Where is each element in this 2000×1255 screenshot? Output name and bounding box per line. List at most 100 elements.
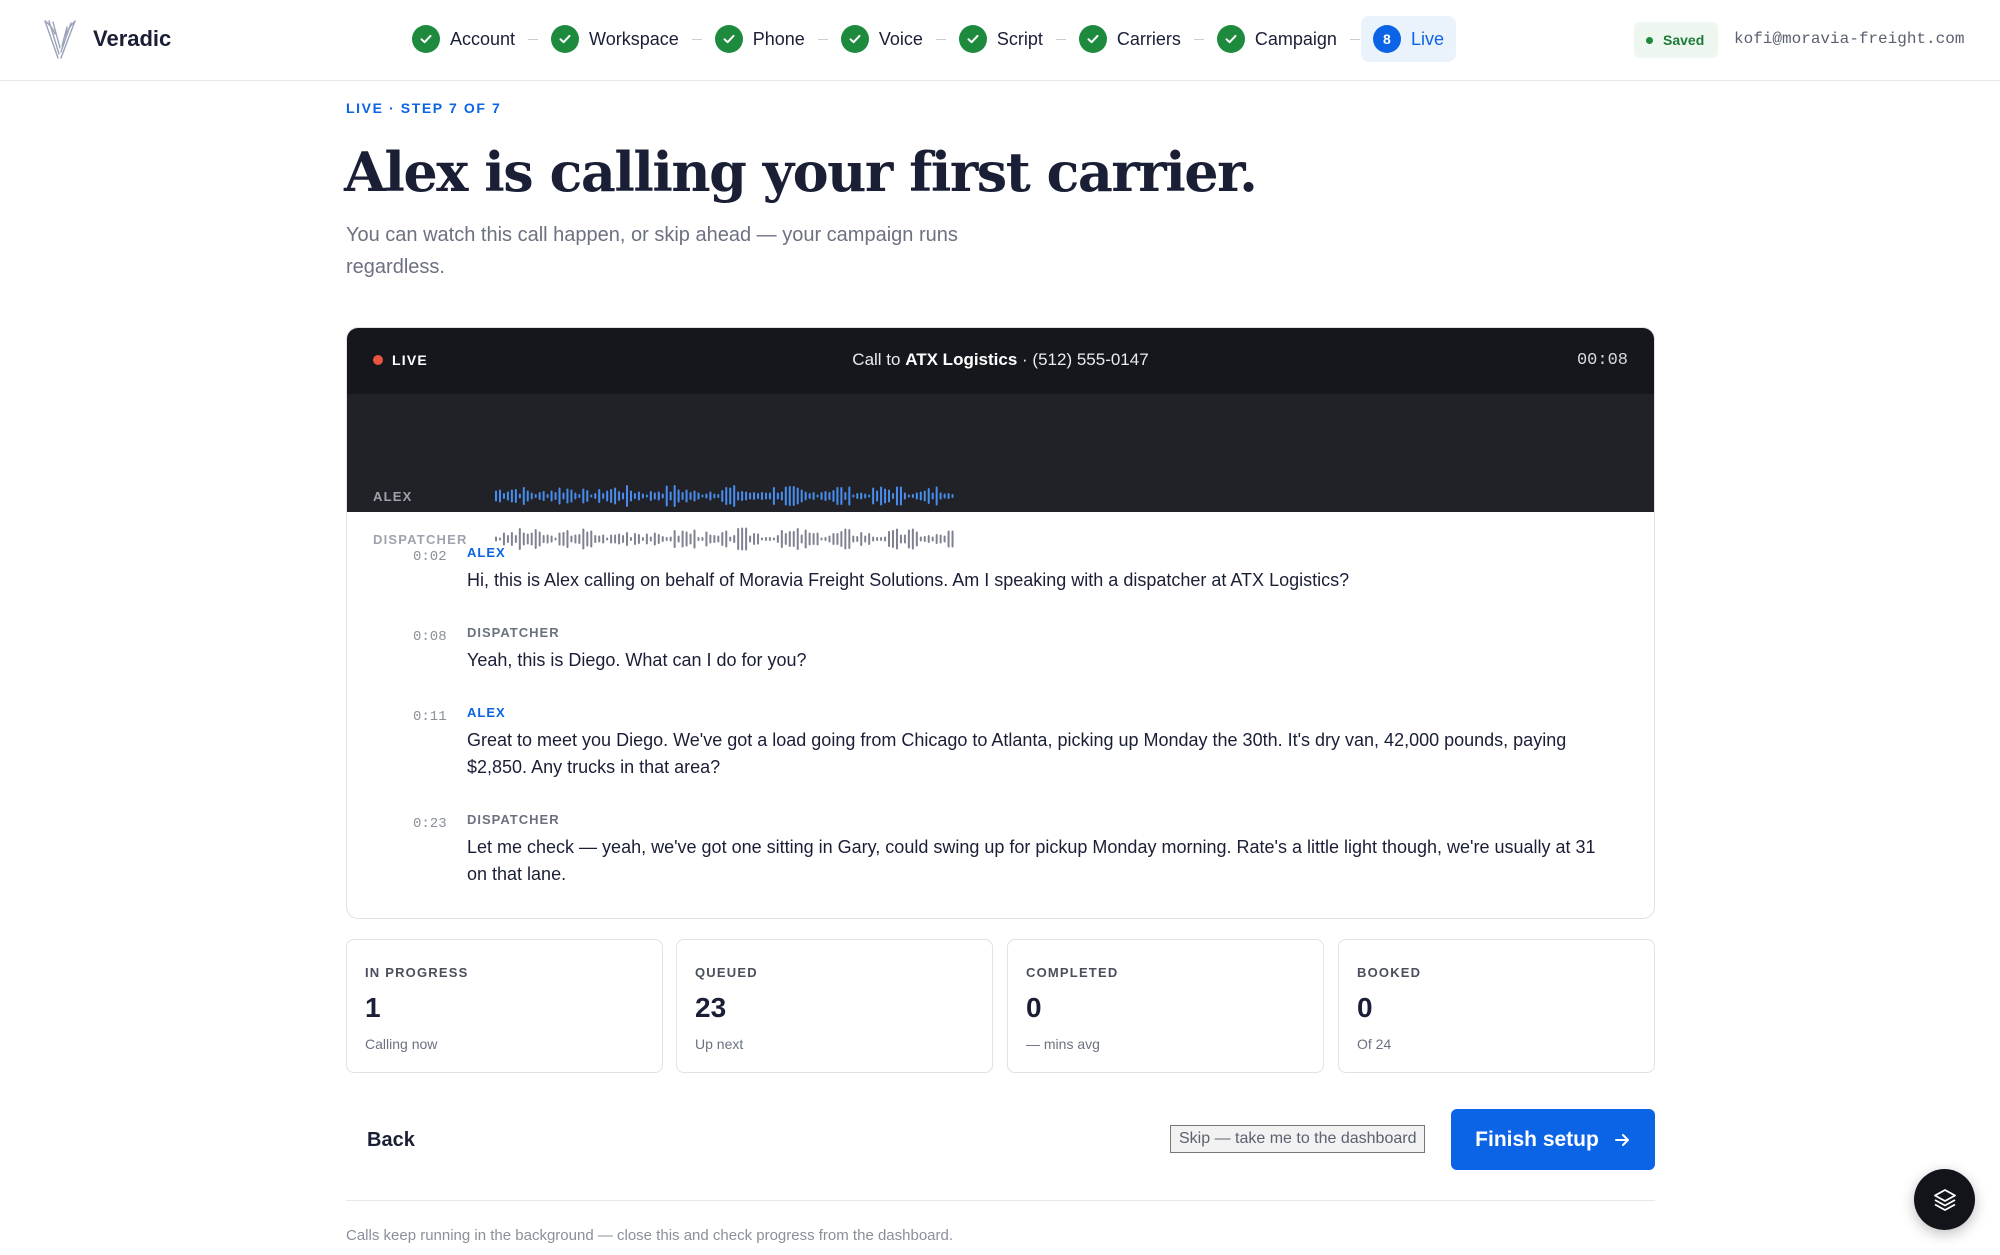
waveform-bar	[764, 492, 767, 500]
waveform-bar	[768, 492, 771, 500]
waveform-bar	[923, 490, 926, 502]
waveform-bar	[868, 494, 871, 498]
waveform-bar	[697, 492, 700, 500]
saved-status-badge: Saved	[1634, 22, 1719, 58]
waveform-bar	[725, 487, 728, 505]
footer-note: Calls keep running in the background — c…	[346, 1227, 954, 1244]
waveform-bar	[681, 492, 684, 500]
call-title: Call to ATX Logistics · (512) 555-0147	[347, 350, 1654, 370]
waveform-bar	[927, 488, 930, 504]
waveform-bar	[757, 493, 760, 499]
waveform-bar	[939, 492, 942, 500]
waveform-bar	[598, 489, 601, 503]
waveform-bar	[661, 493, 664, 499]
step-separator	[1193, 38, 1204, 40]
waveform-bar	[772, 487, 775, 505]
waveform-bar	[737, 491, 740, 501]
waveform-bar	[824, 491, 827, 501]
waveform-bar	[633, 493, 636, 499]
step-carriers[interactable]: Carriers	[1067, 16, 1193, 62]
waveform-bar	[753, 492, 756, 500]
check-icon	[840, 25, 869, 53]
waveform-bar	[514, 489, 517, 503]
live-call-panel: LIVE Call to ATX Logistics · (512) 555-0…	[346, 327, 1655, 919]
step-account[interactable]: Account	[400, 16, 527, 62]
waveform-bar	[796, 487, 799, 505]
waveform-bar	[860, 492, 863, 500]
transcript-time: 0:08	[413, 629, 447, 645]
step-workspace[interactable]: Workspace	[539, 16, 691, 62]
waveform-bar	[594, 493, 597, 499]
waveform-bar	[816, 494, 819, 498]
waveform-bar	[804, 491, 807, 501]
transcript-text: Yeah, this is Diego. What can I do for y…	[467, 650, 807, 670]
waveform-bar	[602, 493, 605, 499]
stat-value: 23	[695, 992, 727, 1023]
waveform-bar	[717, 494, 720, 498]
step-live[interactable]: 8 Live	[1360, 16, 1456, 62]
waveform-bar	[578, 494, 581, 498]
waveform-bar	[919, 491, 922, 501]
waveform-bar	[570, 489, 573, 503]
check-icon	[412, 25, 440, 53]
waveform-bar	[586, 490, 589, 502]
step-voice[interactable]: Voice	[829, 16, 935, 62]
step-script[interactable]: Script	[947, 16, 1055, 62]
brand-name[interactable]: Veradic	[93, 26, 171, 52]
footer-divider	[346, 1200, 1655, 1201]
waveform-bar	[606, 490, 609, 502]
stat-value: 0	[1357, 992, 1373, 1023]
transcript-speaker: DISPATCHER	[467, 625, 560, 640]
layers-fab-button[interactable]	[1914, 1169, 1975, 1230]
waveform-bar	[788, 486, 791, 506]
check-icon	[714, 25, 743, 53]
waveform-bar	[745, 491, 748, 501]
stat-card-completed: COMPLETED 0 — mins avg	[1007, 939, 1324, 1073]
waveform-bar	[566, 488, 569, 504]
waveform-bar	[546, 494, 549, 498]
page-title: Alex is calling your first carrier.	[344, 140, 1258, 204]
waveform-bar	[780, 491, 783, 501]
step-separator	[817, 38, 828, 40]
waveform-bar	[836, 487, 839, 505]
step-separator	[528, 38, 539, 40]
waveform-bar	[895, 486, 898, 506]
waveform-bar	[903, 492, 906, 500]
saved-dot-icon	[1646, 36, 1653, 44]
step-phone[interactable]: Phone	[703, 16, 817, 62]
waveform-bar	[637, 491, 640, 501]
arrow-right-icon	[1614, 1133, 1629, 1146]
waveform-bar	[498, 489, 501, 503]
waveform-bar	[534, 494, 537, 498]
user-email[interactable]: kofi@moravia-freight.com	[1734, 30, 1964, 48]
transcript-speaker: ALEX	[467, 705, 506, 720]
waveform-bar	[820, 492, 823, 500]
step-campaign[interactable]: Campaign	[1205, 16, 1349, 62]
waveform-bar	[542, 491, 545, 501]
stat-label: COMPLETED	[1026, 965, 1119, 980]
check-icon	[958, 25, 987, 53]
stat-subtext: Up next	[695, 1036, 744, 1052]
stat-value: 0	[1026, 992, 1042, 1023]
waveform-bar	[741, 491, 744, 501]
step-label: Script	[996, 28, 1043, 49]
step-separator	[935, 38, 946, 40]
waveform-bar	[856, 493, 859, 499]
top-bar: Veradic Account Workspace Phone Voice Sc…	[0, 0, 2000, 81]
waveform-bar	[907, 494, 910, 498]
waveform-bar	[510, 489, 513, 503]
skip-to-dashboard-button[interactable]: Skip — take me to the dashboard	[1170, 1125, 1426, 1153]
waveform-bar	[792, 486, 795, 506]
back-button[interactable]: Back	[346, 1110, 436, 1170]
carrier-name: ATX Logistics	[905, 350, 1018, 369]
finish-setup-button[interactable]: Finish setup	[1451, 1109, 1655, 1170]
waveform-bar	[645, 494, 648, 498]
waveform-bar	[614, 487, 617, 505]
waveform-bar	[888, 489, 891, 503]
waveform-bar	[705, 493, 708, 499]
waveform-bar	[526, 490, 529, 502]
saved-label: Saved	[1663, 32, 1705, 48]
veradic-logo-icon[interactable]	[42, 18, 78, 62]
waveform-bar	[848, 486, 851, 506]
step-separator	[1349, 38, 1360, 40]
